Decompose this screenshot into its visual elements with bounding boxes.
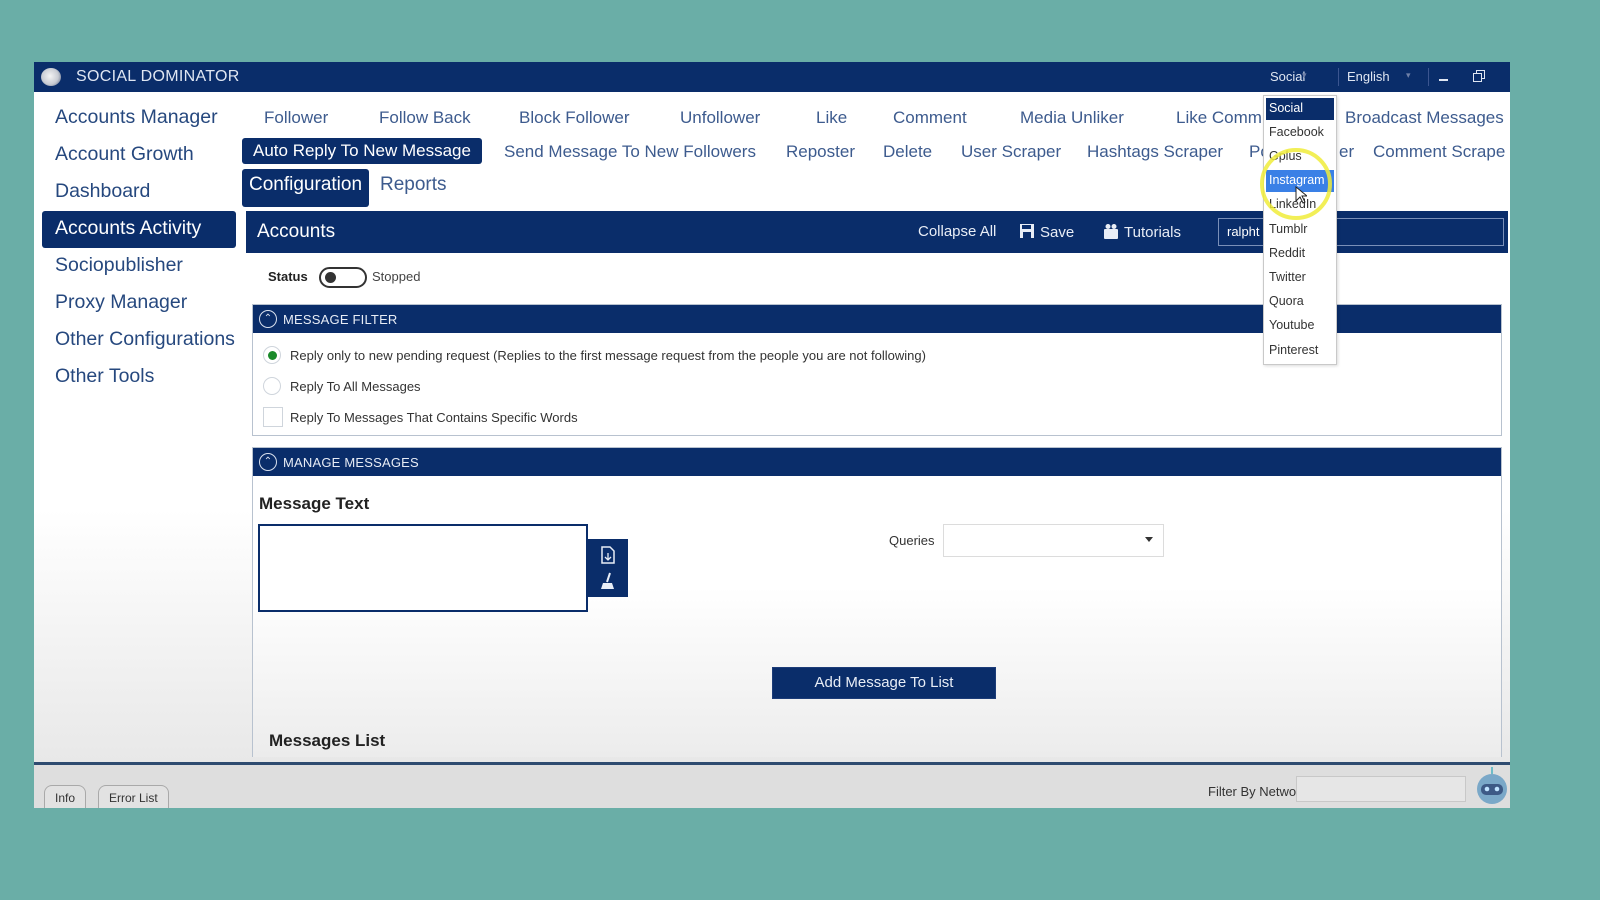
sidebar-item-other-configurations[interactable]: Other Configurations: [42, 322, 236, 359]
sidebar-item-account-growth[interactable]: Account Growth: [42, 137, 236, 174]
dropdown-item-gplus[interactable]: Gplus: [1266, 146, 1334, 168]
manage-messages-section: ⌃ MANAGE MESSAGES Message Text Queries A…: [252, 447, 1502, 757]
app-window: SOCIAL DOMINATOR Social ▾ English ▾ Acco…: [34, 62, 1510, 808]
tutorials-icon: [1104, 224, 1118, 239]
import-file-icon[interactable]: [600, 546, 616, 564]
tab-reposter[interactable]: Reposter: [786, 142, 855, 162]
sidebar-item-dashboard[interactable]: Dashboard: [42, 174, 236, 211]
tab-user-scraper[interactable]: User Scraper: [961, 142, 1061, 162]
chevron-up-icon[interactable]: ⌃: [259, 453, 277, 471]
tab-info[interactable]: Info: [44, 785, 87, 808]
message-tools: [588, 539, 628, 597]
status-toggle[interactable]: [319, 267, 367, 288]
dropdown-item-pinterest[interactable]: Pinterest: [1266, 340, 1334, 362]
tab-like[interactable]: Like: [816, 108, 847, 128]
message-filter-title: MESSAGE FILTER: [283, 312, 398, 327]
status-value: Stopped: [372, 269, 421, 284]
add-message-to-list-button[interactable]: Add Message To List: [772, 667, 996, 699]
reply-all-label: Reply To All Messages: [290, 379, 421, 394]
collapse-all-button[interactable]: Collapse All: [918, 223, 996, 240]
sidebar-item-proxy-manager[interactable]: Proxy Manager: [42, 285, 236, 322]
message-text-label: Message Text: [259, 494, 370, 513]
sidebar-item-other-tools[interactable]: Other Tools: [42, 359, 236, 396]
tab-unfollower[interactable]: Unfollower: [680, 108, 760, 128]
language-chevron-down-icon[interactable]: ▾: [1406, 70, 1411, 81]
network-dropdown-list: Social Facebook Gplus Instagram LinkedIn…: [1263, 95, 1337, 365]
account-select-input[interactable]: ralpht: [1218, 218, 1504, 246]
tab-like-comment[interactable]: Like Comm: [1176, 108, 1262, 128]
title-bar: SOCIAL DOMINATOR Social ▾ English ▾: [34, 62, 1510, 92]
tab-auto-reply-to-new-message[interactable]: Auto Reply To New Message: [242, 138, 482, 164]
dropdown-item-tumblr[interactable]: Tumblr: [1266, 219, 1334, 241]
chevron-down-icon: [1145, 537, 1153, 542]
accounts-title: Accounts: [257, 221, 336, 242]
filter-by-network-input[interactable]: [1296, 776, 1466, 802]
dropdown-item-reddit[interactable]: Reddit: [1266, 243, 1334, 265]
tab-hashtags-scraper[interactable]: Hashtags Scraper: [1087, 142, 1223, 162]
save-label: Save: [1040, 224, 1075, 241]
tab-partial-hidden-2[interactable]: er: [1339, 142, 1354, 162]
subtab-reports[interactable]: Reports: [373, 169, 454, 207]
messages-list-label: Messages List: [269, 731, 386, 750]
robot-assistant-icon[interactable]: [1470, 765, 1510, 805]
app-title: SOCIAL DOMINATOR: [76, 68, 240, 85]
save-button[interactable]: Save: [1019, 223, 1074, 241]
app-logo-icon: [41, 68, 61, 86]
sidebar-item-accounts-manager[interactable]: Accounts Manager: [42, 100, 236, 137]
subtab-configuration[interactable]: Configuration: [242, 169, 370, 207]
tab-comment[interactable]: Comment: [893, 108, 967, 128]
manage-messages-title: MANAGE MESSAGES: [283, 455, 419, 470]
sidebar-item-accounts-activity[interactable]: Accounts Activity: [42, 211, 236, 248]
tutorials-button[interactable]: Tutorials: [1103, 223, 1181, 241]
radio-selected[interactable]: [263, 346, 281, 364]
dropdown-item-linkedin[interactable]: LinkedIn: [1266, 194, 1334, 216]
tab-media-unliker[interactable]: Media Unliker: [1020, 108, 1124, 128]
language-select[interactable]: English: [1347, 69, 1390, 84]
sidebar-item-sociopublisher[interactable]: Sociopublisher: [42, 248, 236, 285]
reply-pending-label: Reply only to new pending request (Repli…: [290, 348, 926, 363]
checkbox[interactable]: [263, 407, 283, 427]
bottom-panel: Info Error List Filter By Network: [34, 765, 1510, 808]
sidebar: Accounts Manager Account Growth Dashboar…: [34, 100, 242, 396]
restore-button[interactable]: [1473, 70, 1485, 82]
dropdown-item-instagram[interactable]: Instagram: [1266, 170, 1334, 192]
tab-block-follower[interactable]: Block Follower: [519, 108, 630, 128]
dropdown-item-youtube[interactable]: Youtube: [1266, 315, 1334, 337]
dropdown-item-social[interactable]: Social: [1266, 98, 1334, 120]
status-label: Status: [268, 269, 308, 284]
divider: [1338, 68, 1339, 86]
tab-delete[interactable]: Delete: [883, 142, 932, 162]
tutorials-label: Tutorials: [1124, 224, 1181, 241]
radio-unselected[interactable]: [263, 377, 281, 395]
dropdown-item-twitter[interactable]: Twitter: [1266, 267, 1334, 289]
chevron-up-icon[interactable]: ⌃: [259, 310, 277, 328]
save-icon: [1020, 224, 1034, 238]
message-text-input[interactable]: [258, 524, 588, 612]
tab-follow-back[interactable]: Follow Back: [379, 108, 471, 128]
clear-brush-icon[interactable]: [600, 572, 616, 590]
reply-specific-words-label: Reply To Messages That Contains Specific…: [290, 410, 578, 425]
tab-broadcast-messages[interactable]: Broadcast Messages: [1345, 108, 1504, 128]
manage-messages-header[interactable]: ⌃ MANAGE MESSAGES: [253, 448, 1501, 476]
dropdown-item-facebook[interactable]: Facebook: [1266, 122, 1334, 144]
dropdown-item-quora[interactable]: Quora: [1266, 291, 1334, 313]
divider: [1428, 68, 1429, 86]
toggle-knob: [325, 272, 336, 283]
network-chevron-down-icon[interactable]: ▾: [1302, 70, 1307, 81]
minimize-button[interactable]: [1437, 66, 1451, 86]
tab-comment-scraper[interactable]: Comment Scrape: [1373, 142, 1505, 162]
tab-send-message-to-new-followers[interactable]: Send Message To New Followers: [504, 142, 756, 162]
tab-error-list[interactable]: Error List: [98, 785, 169, 808]
filter-by-network-label: Filter By Network: [1208, 784, 1307, 799]
tab-follower[interactable]: Follower: [264, 108, 328, 128]
network-select[interactable]: Social: [1270, 69, 1305, 84]
queries-label: Queries: [889, 533, 935, 548]
queries-select[interactable]: [943, 524, 1164, 557]
